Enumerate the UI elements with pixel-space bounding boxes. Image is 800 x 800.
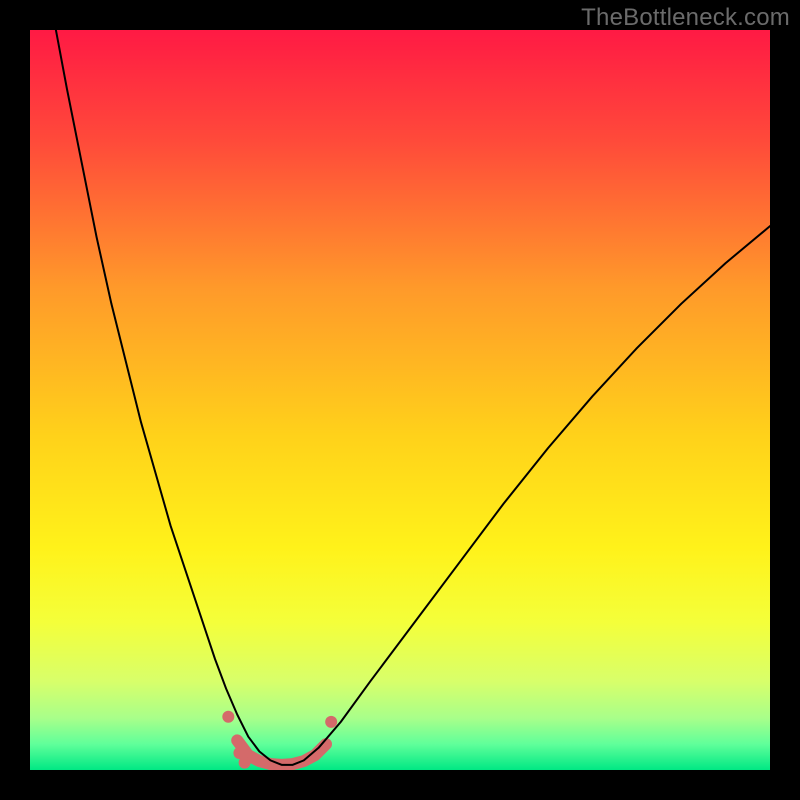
- outer-frame: TheBottleneck.com: [0, 0, 800, 800]
- bottom-dot-2: [239, 757, 251, 769]
- bottleneck-curve: [56, 30, 770, 765]
- chart-svg: [30, 30, 770, 770]
- watermark-text: TheBottleneck.com: [581, 4, 790, 32]
- left-edge-dot: [222, 711, 234, 723]
- plot-area: [30, 30, 770, 770]
- right-edge-dot: [325, 716, 337, 728]
